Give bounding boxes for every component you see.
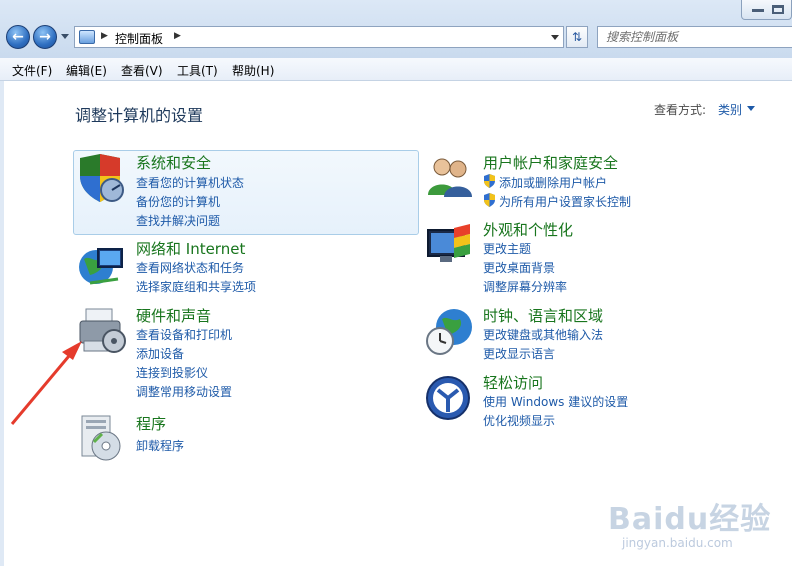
view-by-dropdown[interactable]: 类别 — [718, 101, 742, 118]
address-bar[interactable]: ▶ 控制面板 ▶ — [74, 26, 564, 48]
link-recommended-settings[interactable]: 使用 Windows 建议的设置 — [483, 393, 628, 410]
breadcrumb-chevron-icon[interactable]: ▶ — [101, 31, 108, 41]
uac-shield-icon — [484, 174, 495, 188]
menu-tools[interactable]: 工具(T) — [177, 62, 218, 79]
link-devices-printers[interactable]: 查看设备和打印机 — [136, 326, 232, 343]
window-titlebar: ← → ▶ 控制面板 ▶ ⇅ — [0, 0, 792, 58]
link-uninstall-program[interactable]: 卸载程序 — [136, 437, 184, 454]
baidu-watermark: Baidu经验 — [608, 502, 772, 537]
back-button[interactable]: ← — [6, 25, 30, 49]
breadcrumb-chevron-icon[interactable]: ▶ — [174, 31, 181, 41]
address-dropdown-icon[interactable] — [551, 35, 559, 40]
menu-edit[interactable]: 编辑(E) — [66, 62, 107, 79]
view-dropdown-icon[interactable] — [747, 106, 755, 111]
refresh-icon: ⇅ — [571, 30, 583, 44]
refresh-button[interactable]: ⇅ — [566, 26, 588, 48]
minimize-button[interactable] — [752, 9, 764, 12]
category-user-accounts[interactable]: 用户帐户和家庭安全 — [483, 152, 618, 173]
menu-help[interactable]: 帮助(H) — [232, 62, 274, 79]
users-icon[interactable] — [424, 151, 476, 203]
link-optimize-display[interactable]: 优化视频显示 — [483, 412, 555, 429]
link-add-remove-users[interactable]: 添加或删除用户帐户 — [499, 174, 607, 191]
link-add-device[interactable]: 添加设备 — [136, 345, 184, 362]
link-backup-computer[interactable]: 备份您的计算机 — [136, 193, 220, 210]
category-hardware-sound[interactable]: 硬件和声音 — [136, 305, 211, 326]
category-system-security[interactable]: 系统和安全 — [136, 152, 211, 173]
link-mobility-settings[interactable]: 调整常用移动设置 — [136, 383, 232, 400]
view-by-label: 查看方式: — [654, 103, 707, 117]
link-view-computer-status[interactable]: 查看您的计算机状态 — [136, 174, 244, 191]
breadcrumb-control-panel[interactable]: 控制面板 — [115, 30, 163, 47]
category-ease-of-access[interactable]: 轻松访问 — [483, 372, 543, 393]
recent-pages-dropdown-icon[interactable] — [61, 34, 69, 39]
uac-shield-icon — [484, 193, 495, 207]
search-input[interactable] — [597, 26, 792, 48]
link-parental-controls[interactable]: 为所有用户设置家长控制 — [499, 193, 631, 210]
clock-globe-icon[interactable] — [424, 305, 476, 357]
control-panel-icon — [79, 30, 95, 44]
programs-icon[interactable] — [76, 412, 128, 464]
menu-bar: 文件(F) 编辑(E) 查看(V) 工具(T) 帮助(H) — [0, 58, 792, 81]
link-connect-projector[interactable]: 连接到投影仪 — [136, 364, 208, 381]
category-programs[interactable]: 程序 — [136, 413, 166, 434]
category-clock-language-region[interactable]: 时钟、语言和区域 — [483, 305, 603, 326]
ease-of-access-icon[interactable] — [424, 372, 476, 424]
back-arrow-icon: ← — [12, 29, 24, 45]
link-change-theme[interactable]: 更改主题 — [483, 240, 531, 257]
link-network-status[interactable]: 查看网络状态和任务 — [136, 259, 244, 276]
link-homegroup-sharing[interactable]: 选择家庭组和共享选项 — [136, 278, 256, 295]
appearance-icon[interactable] — [424, 220, 476, 272]
forward-button[interactable]: → — [33, 25, 57, 49]
printer-icon[interactable] — [76, 305, 128, 357]
link-screen-resolution[interactable]: 调整屏幕分辨率 — [483, 278, 567, 295]
category-appearance[interactable]: 外观和个性化 — [483, 219, 573, 240]
link-troubleshoot[interactable]: 查找并解决问题 — [136, 212, 220, 229]
forward-arrow-icon: → — [39, 29, 51, 45]
category-network-internet[interactable]: 网络和 Internet — [136, 238, 245, 259]
network-globe-icon[interactable] — [76, 239, 128, 291]
page-title: 调整计算机的设置 — [75, 106, 204, 125]
menu-view[interactable]: 查看(V) — [121, 62, 163, 79]
maximize-button[interactable] — [772, 5, 784, 14]
shield-icon[interactable] — [76, 152, 128, 204]
link-desktop-background[interactable]: 更改桌面背景 — [483, 259, 555, 276]
baidu-watermark-url: jingyan.baidu.com — [622, 536, 733, 550]
link-change-display-language[interactable]: 更改显示语言 — [483, 345, 555, 362]
link-change-keyboard[interactable]: 更改键盘或其他输入法 — [483, 326, 603, 343]
menu-file[interactable]: 文件(F) — [12, 62, 52, 79]
window-controls — [741, 0, 792, 20]
